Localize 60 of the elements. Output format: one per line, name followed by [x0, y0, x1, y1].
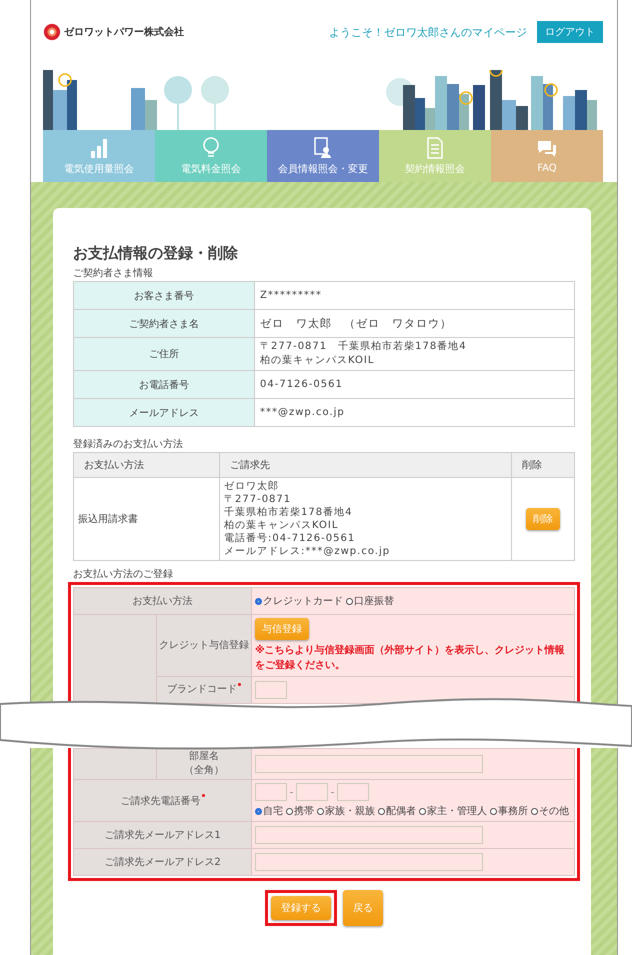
- bar-chart-icon: [88, 136, 110, 158]
- room-name-field[interactable]: [255, 755, 483, 773]
- credit-note: ※こちらより与信登録画面（外部サイト）を表示し、クレジット情報をご登録ください。: [255, 644, 566, 673]
- delete-button[interactable]: 削除: [526, 508, 560, 530]
- nav-tab[interactable]: 電気料金照会: [155, 130, 267, 182]
- credit-registration-button[interactable]: 与信登録: [255, 618, 309, 640]
- table-cell: ***@zwp.co.jp: [254, 398, 574, 426]
- table-cell: 04-7126-0561: [254, 370, 574, 398]
- email-field[interactable]: [255, 826, 483, 844]
- column-header: ご請求先: [220, 452, 512, 478]
- form-label: クレジット与信登録: [156, 614, 252, 676]
- form-label: お支払い方法: [74, 588, 252, 614]
- nav-tab[interactable]: 会員情報照会・変更: [267, 130, 379, 182]
- radio-option[interactable]: 口座振替: [346, 594, 394, 608]
- email-field[interactable]: [255, 853, 483, 871]
- form-label: ご請求先電話番号: [120, 796, 200, 806]
- radio-option[interactable]: 配偶者: [378, 804, 416, 818]
- page-title: お支払情報の登録・削除: [73, 244, 239, 263]
- section-heading: 登録済みのお支払い方法: [73, 438, 184, 451]
- form-label: （全角）: [183, 764, 225, 778]
- table-cell: お電話番号: [74, 370, 254, 398]
- column-header: 削除: [512, 452, 574, 478]
- radio-option[interactable]: クレジットカード: [255, 594, 343, 608]
- table-cell: 〒277-0871 千葉県柏市若柴178番地4 柏の葉キャンパスKOIL: [254, 338, 574, 370]
- table-cell: お客さま番号: [74, 282, 254, 310]
- welcome-text: ようこそ！ゼロワ太郎さんのマイページ: [329, 24, 527, 40]
- form-label: ご請求先メールアドレス1: [74, 822, 252, 848]
- logo-icon: [43, 23, 61, 41]
- person-document-icon: [312, 136, 334, 158]
- submit-button[interactable]: 登録する: [271, 896, 331, 920]
- table-cell: Z*********: [254, 282, 574, 310]
- nav-tab[interactable]: FAQ: [491, 130, 603, 182]
- back-button[interactable]: 戻る: [343, 890, 383, 926]
- form-label: ブランドコード: [167, 684, 237, 695]
- radio-option[interactable]: 自宅: [255, 804, 283, 818]
- required-mark-icon: [202, 794, 204, 796]
- section-heading: ご契約者さま情報: [73, 266, 154, 280]
- table-cell: ゼロワ太郎 〒277-0871 千葉県柏市若柴178番地4 柏の葉キャンパスKOIL 電話番号:04-7126-0561 メールアドレス:***@zwp.co.jp: [220, 478, 512, 560]
- table-cell: ゼロ ワ太郎 （ゼロ ワタロウ）: [254, 310, 574, 338]
- radio-option[interactable]: 事務所: [490, 804, 528, 818]
- table-cell: ご契約者さま名: [74, 310, 254, 338]
- phone-field[interactable]: [296, 783, 328, 801]
- required-mark-icon: [238, 683, 241, 686]
- radio-option[interactable]: その他: [531, 804, 569, 818]
- logout-button[interactable]: ログアウト: [537, 21, 603, 43]
- form-label: 部屋名: [188, 750, 220, 764]
- phone-field[interactable]: [255, 783, 287, 801]
- radio-option[interactable]: 家族・親族: [317, 804, 375, 818]
- nav-tab[interactable]: 電気使用量照会: [43, 130, 155, 182]
- brand-code-field[interactable]: [255, 681, 287, 699]
- form-label: ご請求先メールアドレス2: [74, 848, 252, 876]
- phone-field[interactable]: [337, 783, 369, 801]
- table-cell: 振込用請求書: [74, 478, 220, 560]
- table-cell: ご住所: [74, 338, 254, 370]
- radio-option[interactable]: 携帯: [286, 804, 314, 818]
- section-heading: お支払い方法のご登録: [73, 568, 174, 581]
- table-cell: メールアドレス: [74, 398, 254, 426]
- column-header: お支払い方法: [74, 452, 220, 478]
- company-name: ゼロワットパワー株式会社: [64, 26, 184, 39]
- radio-option[interactable]: 家主・管理人: [419, 804, 487, 818]
